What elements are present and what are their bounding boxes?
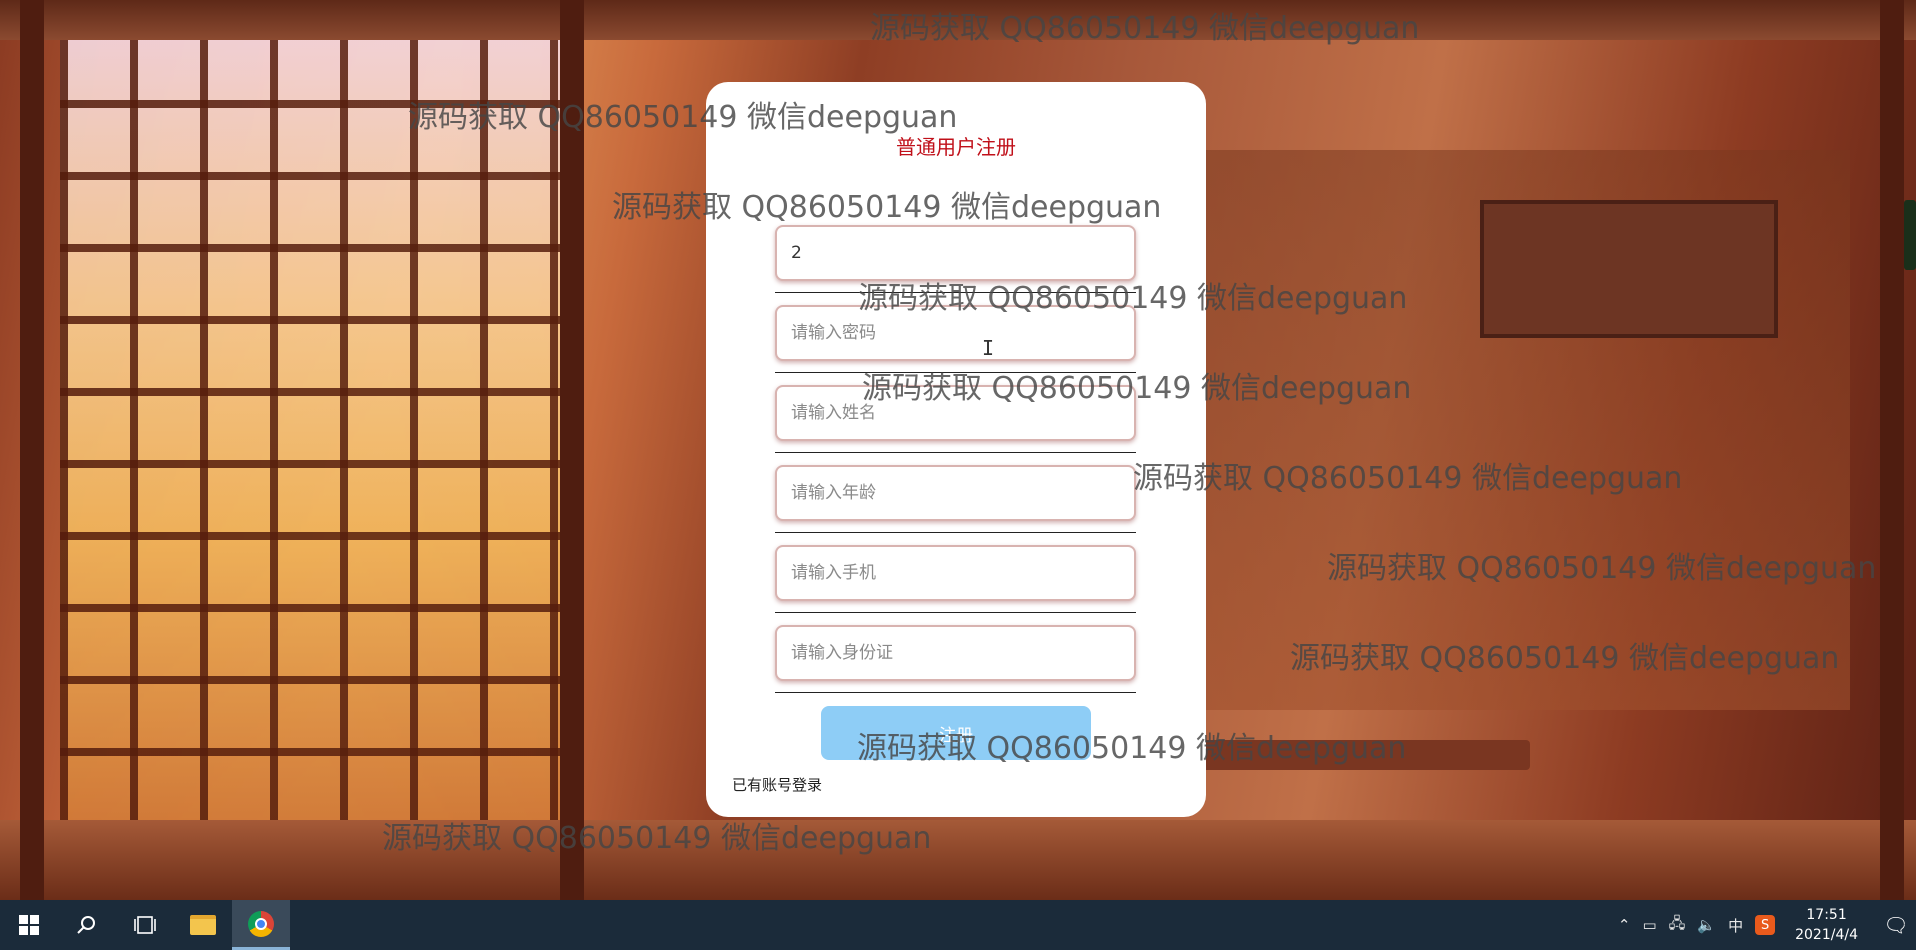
desktop-background: 普通用户注册 注册 已有账号登录 I 源码获取 QQ86050149 微信dee… xyxy=(0,0,1916,900)
field-divider xyxy=(775,452,1136,453)
background-pillar xyxy=(20,0,44,900)
register-button[interactable]: 注册 xyxy=(821,706,1091,760)
clock-date: 2021/4/4 xyxy=(1795,927,1858,943)
phone-field[interactable] xyxy=(775,545,1136,601)
windows-start-icon[interactable] xyxy=(0,900,58,950)
sogou-ime-icon[interactable]: S xyxy=(1755,915,1776,935)
scroll-indicator xyxy=(1904,200,1916,270)
volume-icon[interactable]: 🔈 xyxy=(1697,916,1716,934)
clock[interactable]: 17:51 2021/4/4 xyxy=(1795,905,1858,945)
network-icon[interactable]: 🖧 xyxy=(1669,913,1686,938)
register-title: 普通用户注册 xyxy=(896,135,1016,159)
system-tray: ⌃ ▭ 🖧 🔈 中 S 17:51 2021/4/4 🗨 3 xyxy=(1612,900,1916,950)
field-divider xyxy=(775,292,1136,293)
age-field[interactable] xyxy=(775,465,1136,521)
chrome-icon[interactable] xyxy=(232,900,290,950)
background-table xyxy=(1190,740,1530,770)
chevron-up-icon[interactable]: ⌃ xyxy=(1618,916,1631,934)
background-cabinet xyxy=(1480,200,1778,338)
text-cursor-icon: I xyxy=(982,336,995,360)
password-field[interactable] xyxy=(775,305,1136,361)
username-field[interactable] xyxy=(775,225,1136,281)
notification-count: 3 xyxy=(1903,917,1910,928)
task-view-icon[interactable] xyxy=(116,900,174,950)
name-field[interactable] xyxy=(775,385,1136,441)
field-divider xyxy=(775,692,1136,693)
field-divider xyxy=(775,612,1136,613)
background-floor xyxy=(0,820,1916,900)
ime-indicator[interactable]: 中 xyxy=(1728,915,1743,936)
file-explorer-icon[interactable] xyxy=(174,900,232,950)
clock-time: 17:51 xyxy=(1806,907,1847,923)
background-pillar xyxy=(560,0,584,900)
search-icon[interactable] xyxy=(58,900,116,950)
notification-icon[interactable]: 🗨 3 xyxy=(1876,900,1916,950)
login-link[interactable]: 已有账号登录 xyxy=(732,774,822,795)
field-divider xyxy=(775,372,1136,373)
background-ceiling-beam xyxy=(0,0,1916,40)
taskbar: ⌃ ▭ 🖧 🔈 中 S 17:51 2021/4/4 🗨 3 xyxy=(0,900,1916,950)
background-pillar xyxy=(1880,0,1904,900)
background-window-panes xyxy=(60,0,560,900)
register-card: 普通用户注册 注册 已有账号登录 xyxy=(706,82,1206,817)
battery-icon[interactable]: ▭ xyxy=(1642,916,1656,934)
id-card-field[interactable] xyxy=(775,625,1136,681)
field-divider xyxy=(775,532,1136,533)
